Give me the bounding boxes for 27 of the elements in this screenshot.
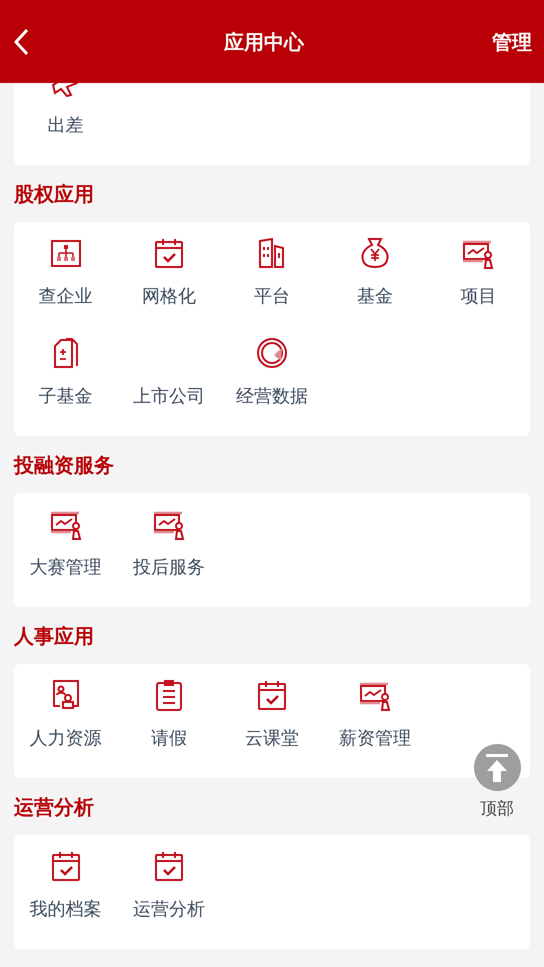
app-tile[interactable]: 经营数据 [220, 322, 324, 422]
app-tile[interactable]: 平台 [220, 222, 324, 322]
section-title: 运营分析 [14, 794, 94, 820]
app-tile[interactable]: 子基金 [14, 322, 118, 422]
back-chevron-icon [12, 26, 30, 56]
manage-button[interactable]: 管理 [492, 26, 532, 56]
app-tile[interactable]: 人力资源 [14, 664, 118, 764]
app-tile[interactable]: 薪资管理 [324, 664, 427, 764]
page-title: 应用中心 [224, 28, 304, 56]
section-title: 人事应用 [14, 622, 94, 650]
section-title: 股权应用 [14, 180, 94, 208]
app-tile[interactable]: 我的档案 [14, 835, 118, 935]
app-tile[interactable]: 查企业 [14, 222, 118, 322]
app-tile[interactable]: 出差 [14, 83, 118, 151]
back-to-top-label: 顶部 [480, 798, 514, 821]
pie-chart-icon [254, 336, 289, 370]
app-tile[interactable]: 上市公司 [117, 322, 220, 422]
app-tile[interactable]: 运营分析 [117, 835, 220, 935]
app-tile[interactable]: 请假 [117, 664, 220, 764]
section-title: 投融资服务 [14, 452, 114, 478]
arrow-up-icon [484, 752, 510, 782]
app-tile[interactable]: 网格化 [117, 222, 220, 322]
app-tile[interactable]: 大赛管理 [14, 493, 118, 593]
app-tile[interactable]: 项目 [426, 222, 530, 322]
app-tile[interactable]: 投后服务 [117, 493, 220, 593]
app-tile[interactable]: 云课堂 [220, 664, 324, 764]
app-tile[interactable]: 基金 [324, 222, 427, 322]
